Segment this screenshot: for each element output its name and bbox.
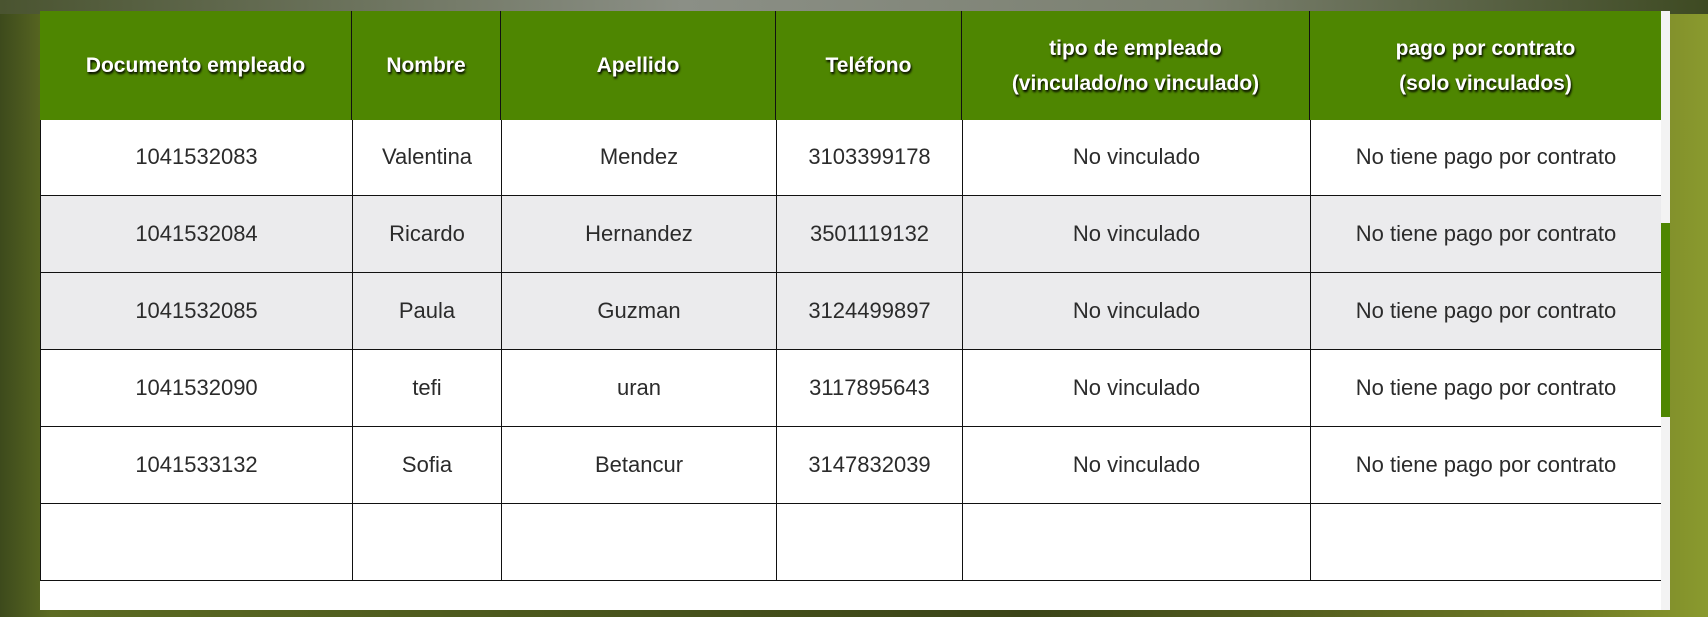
cell-telefono: 3147832039: [776, 426, 963, 504]
cell-telefono: 3117895643: [776, 349, 963, 427]
cell-pago: No tiene pago por contrato: [1310, 349, 1661, 427]
cell-tipo: No vinculado: [962, 118, 1311, 196]
cell-documento: 1041533132: [40, 426, 353, 504]
employee-table-container: Documento empleado Nombre Apellido Teléf…: [40, 11, 1661, 610]
cell-apellido: Mendez: [501, 118, 777, 196]
cell-nombre: Valentina: [352, 118, 502, 196]
cell-documento: 1041532083: [40, 118, 353, 196]
table-row: 1041532084 Ricardo Hernandez 3501119132 No v…: [40, 195, 1661, 273]
cell-pago: No tiene pago por contrato: [1310, 272, 1661, 350]
cell-pago: No tiene pago por contrato: [1310, 426, 1661, 504]
cell-nombre: Sofia: [352, 426, 502, 504]
cell-tipo: No vinculado: [962, 426, 1311, 504]
cell-documento: 1041532085: [40, 272, 353, 350]
table-header: Documento empleado Nombre Apellido Teléf…: [40, 11, 1661, 120]
cell-pago: No tiene pago por contrato: [1310, 118, 1661, 196]
scrollbar-thumb[interactable]: [1661, 223, 1670, 417]
cell-tipo: No vinculado: [962, 272, 1311, 350]
cell-tipo: No vinculado: [962, 195, 1311, 273]
cell-nombre: Ricardo: [352, 195, 502, 273]
cell-documento: 1041532084: [40, 195, 353, 273]
table-row: 1041533132 Sofia Betancur 3147832039 No vinc…: [40, 426, 1661, 504]
cell-nombre: tefi: [352, 349, 502, 427]
table-row: [40, 503, 1661, 581]
header-apellido: Apellido: [501, 11, 776, 120]
cell-pago: No tiene pago por contrato: [1310, 195, 1661, 273]
scrollbar[interactable]: [1661, 11, 1670, 610]
header-telefono: Teléfono: [776, 11, 962, 120]
header-pago-contrato: pago por contrato (solo vinculados): [1395, 36, 1576, 95]
header-tipo-empleado: tipo de empleado (vinculado/no vinculado): [962, 11, 1310, 120]
cell-apellido: Guzman: [501, 272, 777, 350]
cell-nombre: Paula: [352, 272, 502, 350]
cell-apellido: uran: [501, 349, 777, 427]
cell-apellido: Betancur: [501, 426, 777, 504]
table-row: 1041532090 tefi uran 3117895643 No vinculado…: [40, 349, 1661, 427]
cell-apellido: Hernandez: [501, 195, 777, 273]
cell-telefono: 3124499897: [776, 272, 963, 350]
header-documento: Documento empleado: [40, 11, 352, 120]
table-row: 1041532083 Valentina Mendez 3103399178 No vi…: [40, 118, 1661, 196]
cell-telefono: 3103399178: [776, 118, 963, 196]
table-row: 1041532085 Paula Guzman 3124499897 No vincul…: [40, 272, 1661, 350]
cell-tipo: No vinculado: [962, 349, 1311, 427]
cell-documento: 1041532090: [40, 349, 353, 427]
cell-telefono: 3501119132: [776, 195, 963, 273]
header-nombre: Nombre: [352, 11, 501, 120]
